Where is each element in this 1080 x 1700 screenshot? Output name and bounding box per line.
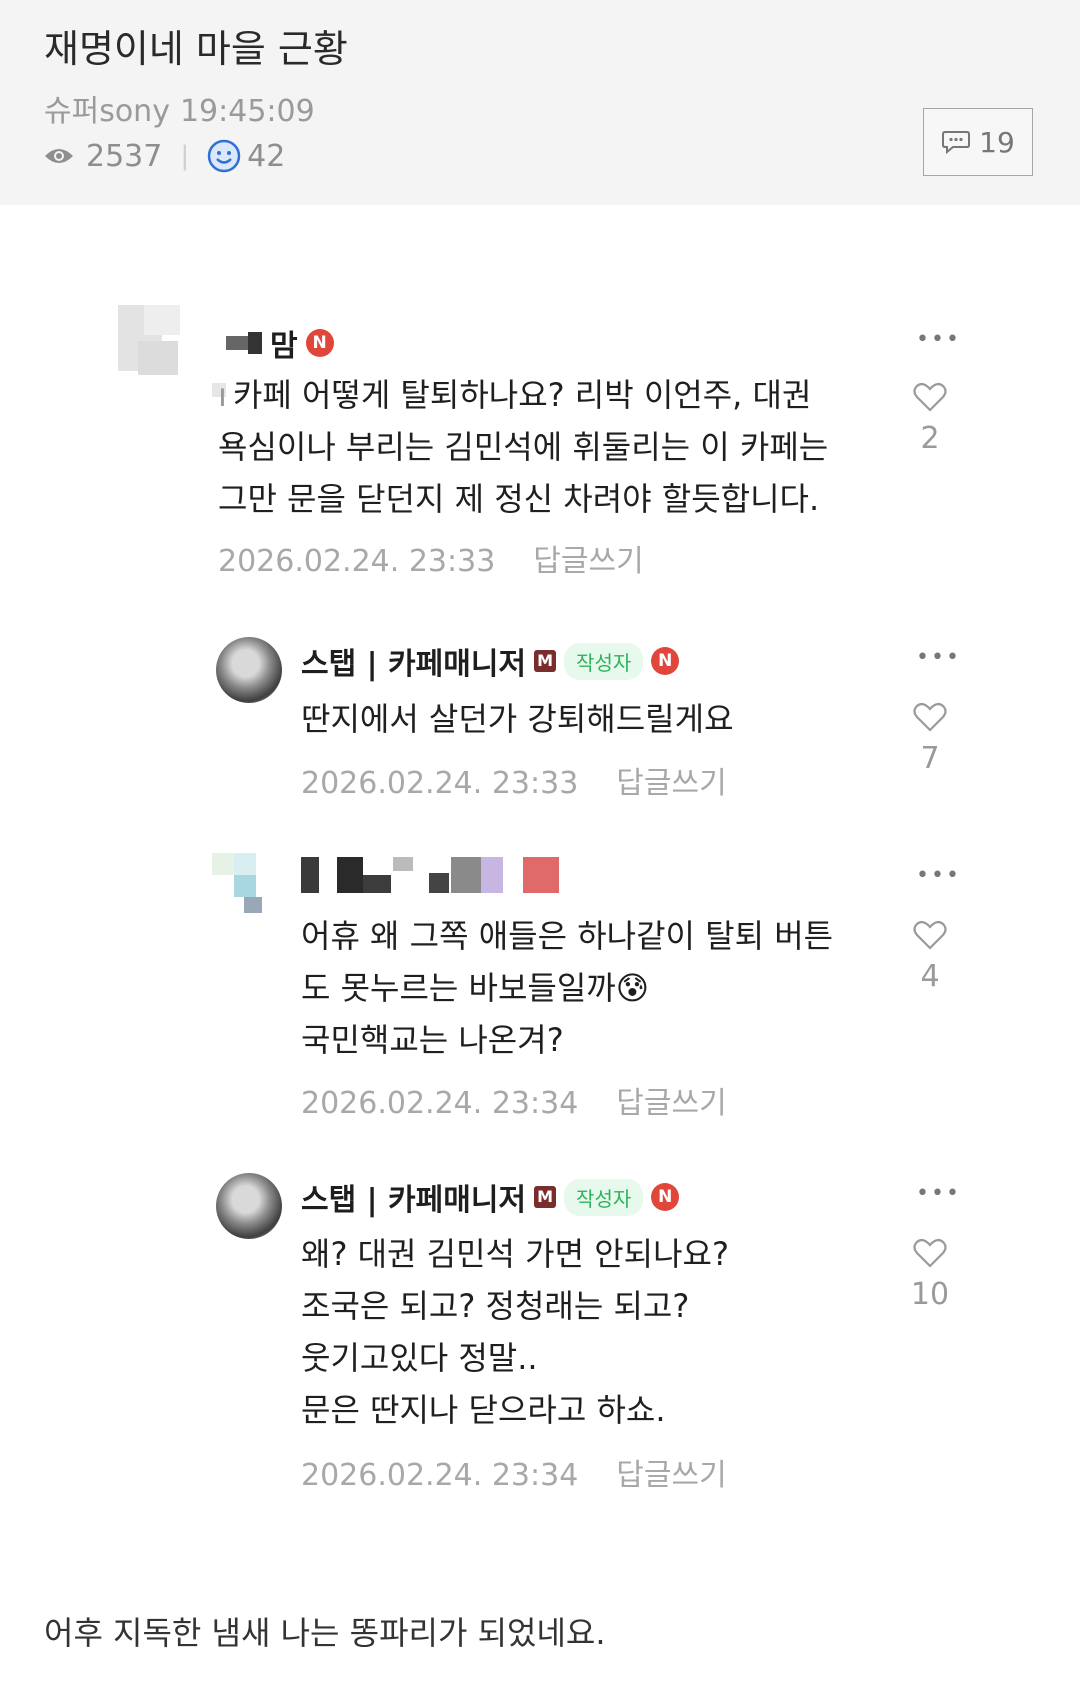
comment-author-name[interactable]: 맘	[270, 321, 298, 365]
comment-line: 국민핵교는 나온겨?	[301, 1021, 564, 1059]
comment-count: 19	[979, 125, 1015, 159]
heart-icon[interactable]	[913, 1237, 947, 1269]
pixelated-author-name	[301, 857, 561, 893]
more-dots-icon[interactable]: •••	[916, 327, 961, 352]
post-header: 재명이네 마을 근황 슈퍼sony 19:45:09 2537 | 42 19	[0, 0, 1080, 205]
avatar	[118, 305, 184, 375]
comment-line: 딴지에서 살던가 강퇴해드릴게요	[301, 700, 734, 738]
new-badge: N	[651, 647, 680, 675]
writer-badge: 작성자	[564, 642, 644, 680]
author-name[interactable]: 슈퍼sony	[44, 94, 170, 129]
comment-date: 2026.02.24. 23:34	[301, 1458, 579, 1493]
avatar	[212, 853, 278, 919]
avatar	[216, 1173, 282, 1239]
like-column: 10	[900, 1237, 960, 1312]
like-count: 2	[920, 421, 940, 456]
comment-text: 어휴 왜 그쪽 애들은 하나같이 탈퇴 버튼 도 못누르는 바보들일까😰 국민핵…	[301, 910, 833, 1066]
post-body-text: 어후 지독한 냄새 나는 똥파리가 되었네요.	[44, 1614, 606, 1652]
comment-author-name[interactable]: 스탭 | 카페매니저	[301, 1175, 526, 1219]
comment-meta: 2026.02.24. 23:34 답글쓰기	[301, 1450, 727, 1494]
writer-badge: 작성자	[564, 1178, 644, 1216]
like-count: 7	[920, 741, 940, 776]
captured-comments: 맘 N ı 카페 어떻게 탈퇴하나요? 리박 이언주, 대권 욕심이나 부리는 김…	[0, 205, 1080, 1545]
eye-icon	[45, 149, 73, 163]
comment-author-row: 스탭 | 카페매니저 M 작성자 N	[301, 639, 680, 683]
stats-line: 2537 | 42	[44, 136, 285, 176]
comment-line: 욕심이나 부리는 김민석에 휘둘리는 이 카페는	[218, 428, 829, 466]
author-line: 슈퍼sony 19:45:09	[44, 86, 315, 130]
comment-line: 도 못누르는 바보들일까😰	[301, 969, 650, 1007]
like-column: 4	[900, 919, 960, 994]
reply-button[interactable]: 답글쓰기	[533, 544, 643, 579]
reply-button[interactable]: 답글쓰기	[616, 1458, 726, 1493]
new-badge: N	[651, 1183, 680, 1211]
comment-line: 그만 문을 닫던지 제 정신 차려야 할듯합니다.	[218, 480, 820, 518]
comment-author-row: 맘 N	[226, 321, 334, 365]
heart-icon[interactable]	[913, 381, 947, 413]
avatar	[216, 637, 282, 703]
comment-meta: 2026.02.24. 23:33 답글쓰기	[301, 758, 727, 802]
comment-line: 웃기고있다 정말..	[301, 1339, 538, 1377]
like-column: 2	[900, 381, 960, 456]
like-total: 42	[247, 138, 286, 174]
comment-line: 어휴 왜 그쪽 애들은 하나같이 탈퇴 버튼	[301, 917, 834, 955]
comment-author-name[interactable]: 스탭 | 카페매니저	[301, 639, 526, 683]
more-dots-icon[interactable]: •••	[916, 645, 961, 670]
like-count: 4	[920, 959, 940, 994]
comment-text: 딴지에서 살던가 강퇴해드릴게요	[301, 693, 734, 745]
like-column: 7	[900, 701, 960, 776]
like-count: 10	[910, 1277, 950, 1312]
comment-author-row: 스탭 | 카페매니저 M 작성자 N	[301, 1175, 680, 1219]
smile-icon[interactable]	[207, 139, 241, 173]
comment-count-button[interactable]: 19	[923, 108, 1033, 176]
comment-line: 조국은 되고? 정청래는 되고?	[301, 1287, 690, 1325]
comment-date: 2026.02.24. 23:34	[301, 1086, 579, 1121]
reply-button[interactable]: 답글쓰기	[616, 766, 726, 801]
more-dots-icon[interactable]: •••	[916, 863, 961, 888]
stats-divider: |	[180, 141, 190, 171]
manager-badge: M	[534, 1186, 557, 1208]
comment-line: 왜? 대권 김민석 가면 안되나요?	[301, 1235, 729, 1273]
comment-date: 2026.02.24. 23:33	[218, 544, 496, 579]
comment-meta: 2026.02.24. 23:33 답글쓰기	[218, 536, 644, 580]
new-badge: N	[305, 329, 334, 357]
comment-line: 카페 어떻게 탈퇴하나요? 리박 이언주, 대권	[232, 376, 812, 414]
manager-badge: M	[534, 650, 557, 672]
speech-bubble-icon	[942, 131, 971, 155]
comment-line: 문은 딴지나 닫으라고 하쇼.	[301, 1391, 666, 1429]
comment-text: ı 카페 어떻게 탈퇴하나요? 리박 이언주, 대권 욕심이나 부리는 김민석에 …	[218, 369, 828, 525]
reply-button[interactable]: 답글쓰기	[616, 1086, 726, 1121]
view-count: 2537	[86, 138, 163, 174]
post-time: 19:45:09	[179, 94, 315, 129]
post-title: 재명이네 마을 근황	[44, 27, 348, 71]
comment-date: 2026.02.24. 23:33	[301, 766, 579, 801]
more-dots-icon[interactable]: •••	[916, 1181, 961, 1206]
comment-text: 왜? 대권 김민석 가면 안되나요? 조국은 되고? 정청래는 되고? 웃기고있…	[301, 1228, 729, 1436]
heart-icon[interactable]	[913, 919, 947, 951]
comment-meta: 2026.02.24. 23:34 답글쓰기	[301, 1078, 727, 1122]
heart-icon[interactable]	[913, 701, 947, 733]
